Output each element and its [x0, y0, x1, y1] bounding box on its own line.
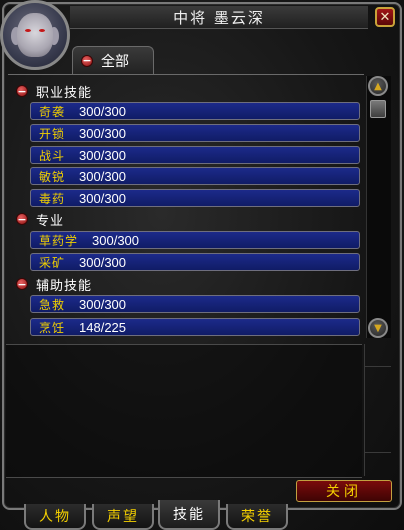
filter-tab-all[interactable]: − 全部 [72, 46, 154, 74]
skill-row[interactable]: 毒药 300/300 [30, 189, 360, 207]
filter-label: 全部 [101, 53, 129, 70]
skill-value: 300/300 [79, 147, 127, 163]
category-label: 辅助技能 [36, 278, 93, 294]
skill-value: 300/300 [79, 168, 127, 184]
collapse-icon[interactable]: − [16, 213, 28, 225]
skill-row[interactable]: 战斗 300/300 [30, 146, 360, 164]
skill-row[interactable]: 敏锐 300/300 [30, 167, 360, 185]
tab-honor[interactable]: 荣誉 [226, 504, 288, 530]
skill-name: 烹饪 [39, 320, 66, 335]
tab-reputation[interactable]: 声望 [92, 504, 154, 530]
skills-window: 中将 墨云深 ✕ − 全部 − 职业技能 奇袭 300/300 开锁 300/3… [0, 0, 404, 530]
skill-row[interactable]: 采矿 300/300 [30, 253, 360, 271]
category-class-skills[interactable]: − 职业技能 [16, 81, 92, 101]
skill-row[interactable]: 开锁 300/300 [30, 124, 360, 142]
collapse-icon[interactable]: − [16, 278, 28, 290]
character-portrait [0, 0, 70, 70]
portrait-eye-left [25, 29, 31, 32]
tab-skills[interactable]: 技能 [158, 500, 220, 530]
skill-row[interactable]: 奇袭 300/300 [30, 102, 360, 120]
skill-value: 300/300 [79, 254, 127, 270]
category-label: 专业 [36, 213, 65, 229]
skill-value: 300/300 [79, 125, 127, 141]
scroll-up-icon[interactable]: ▲ [368, 76, 388, 96]
title-bar: 中将 墨云深 [70, 6, 368, 29]
scroll-thumb[interactable] [370, 100, 386, 118]
skill-value: 300/300 [79, 190, 127, 206]
skill-name: 开锁 [39, 126, 66, 141]
scroll-down-icon[interactable]: ▼ [368, 318, 388, 338]
category-professions[interactable]: − 专业 [16, 209, 64, 229]
skill-row[interactable]: 草药学 300/300 [30, 231, 360, 249]
skill-list: − 职业技能 奇袭 300/300 开锁 300/300 战斗 300/300 … [8, 74, 364, 341]
portrait-eye-right [39, 29, 45, 32]
close-button[interactable]: 关闭 [296, 480, 392, 502]
skill-value: 148/225 [79, 319, 127, 335]
window-title: 中将 墨云深 [173, 8, 265, 27]
skill-name: 采矿 [39, 255, 66, 270]
category-secondary-skills[interactable]: − 辅助技能 [16, 274, 92, 294]
category-label: 职业技能 [36, 85, 93, 101]
close-x-button[interactable]: ✕ [375, 7, 395, 27]
skill-name: 毒药 [39, 191, 66, 206]
skill-value: 300/300 [79, 103, 127, 119]
scroll-divider [365, 366, 391, 367]
collapse-all-icon[interactable]: − [81, 54, 93, 67]
skill-description-panel [6, 344, 362, 478]
skill-row[interactable]: 急救 300/300 [30, 295, 360, 313]
skill-name: 草药学 [39, 233, 79, 248]
skill-name: 急救 [39, 297, 66, 312]
skill-value: 300/300 [79, 296, 127, 312]
description-scrollbar[interactable] [364, 344, 391, 476]
skill-name: 奇袭 [39, 104, 66, 119]
collapse-icon[interactable]: − [16, 85, 28, 97]
skill-value: 300/300 [92, 232, 140, 248]
skill-name: 敏锐 [39, 169, 66, 184]
skill-name: 战斗 [39, 148, 66, 163]
tab-character[interactable]: 人物 [24, 504, 86, 530]
portrait-head [17, 13, 53, 57]
skill-row[interactable]: 烹饪 148/225 [30, 318, 360, 336]
scroll-divider [365, 452, 391, 453]
